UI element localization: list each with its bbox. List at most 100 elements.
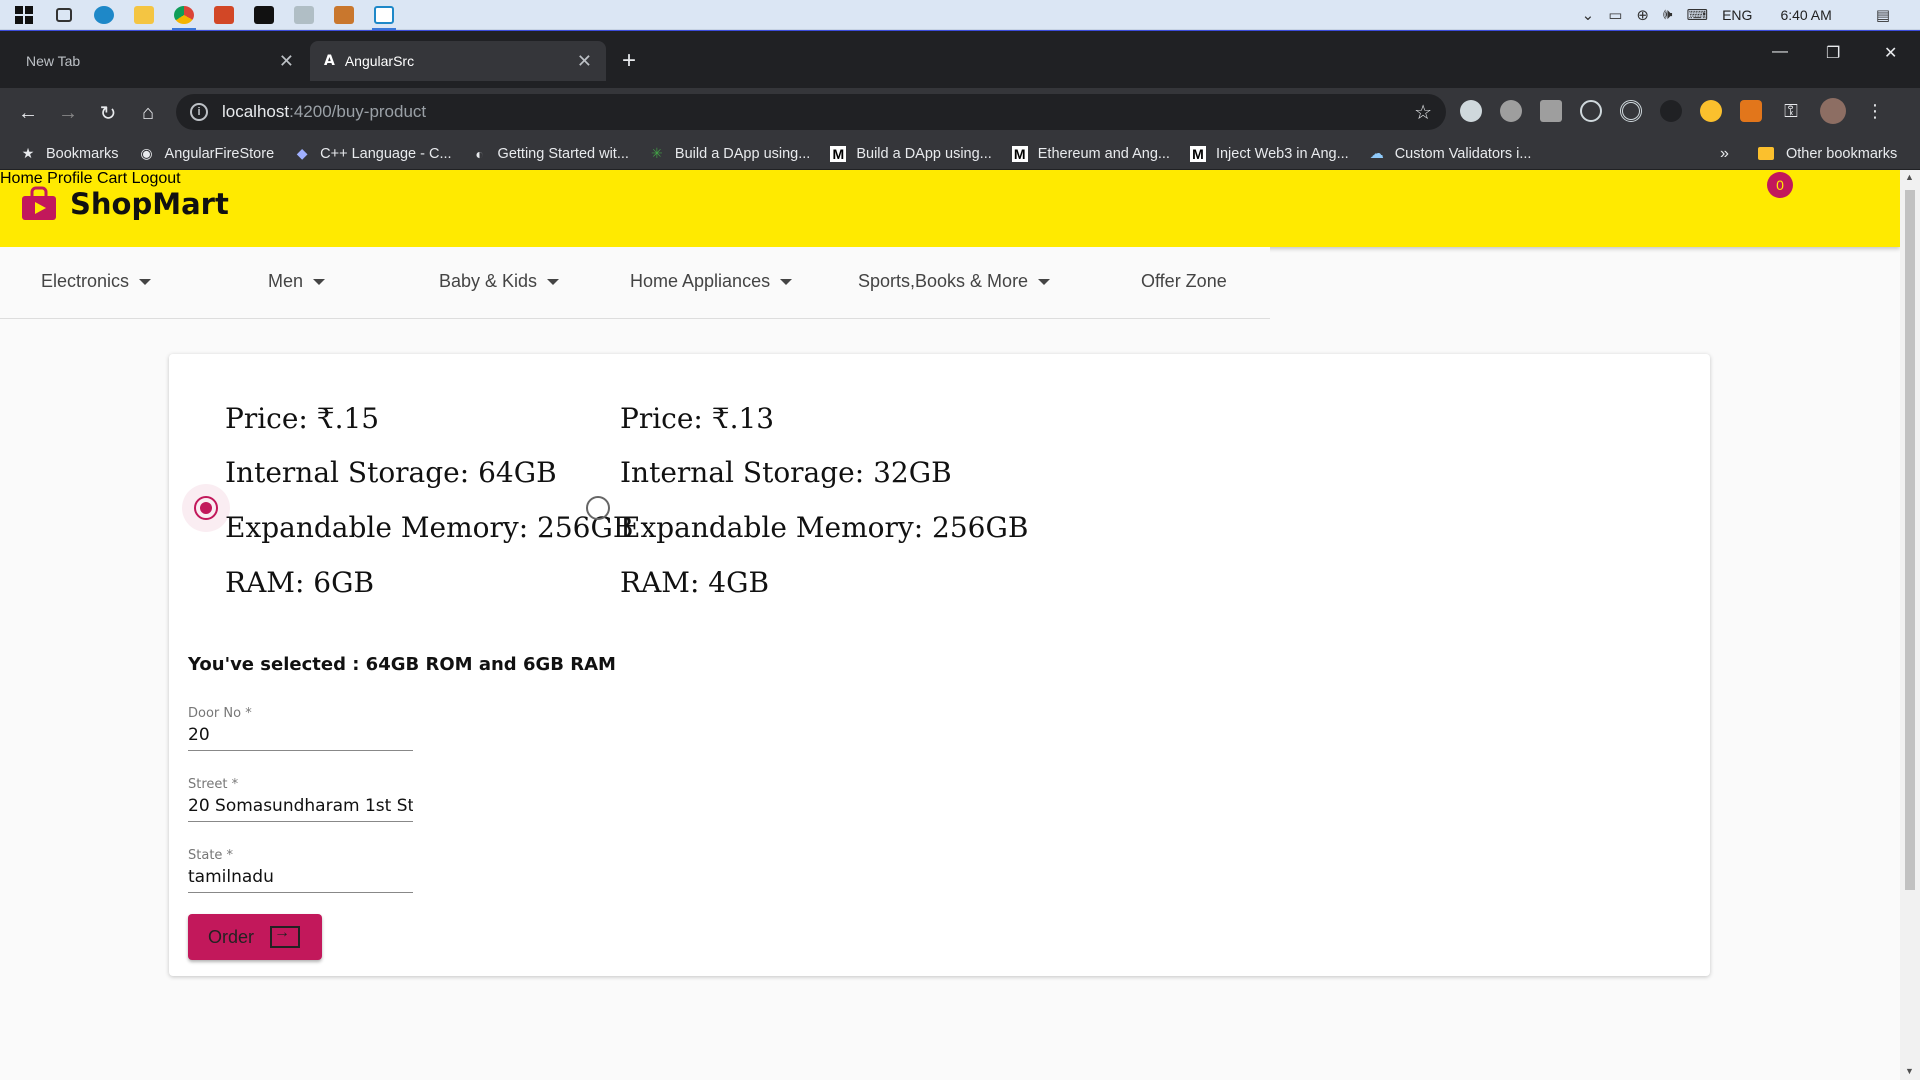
brand-name: ShopMart <box>70 187 229 221</box>
file-explorer-icon[interactable] <box>130 3 158 27</box>
avatar[interactable] <box>1820 98 1846 124</box>
menu-icon[interactable]: ⋮ <box>1864 100 1886 122</box>
notifications-icon[interactable]: ▤ <box>1876 6 1890 24</box>
bookmark-label: Bookmarks <box>46 145 119 162</box>
bookmark-label: Build a DApp using... <box>856 145 992 162</box>
extension-icon[interactable] <box>1700 100 1722 122</box>
bookmark-item[interactable]: ☁ Custom Validators i... <box>1369 145 1532 162</box>
tab-angularsrc[interactable]: A AngularSrc ✕ <box>310 41 606 81</box>
nav-cart[interactable]: Cart <box>97 170 127 187</box>
page-scrollbar[interactable]: ▲ ▼ <box>1900 170 1920 1080</box>
close-tab-icon[interactable]: ✕ <box>577 51 592 72</box>
category-home-appliances[interactable]: Home Appliances <box>630 271 793 292</box>
terminal-icon[interactable] <box>250 3 278 27</box>
extension-icon[interactable] <box>1620 100 1642 122</box>
forward-icon[interactable]: → <box>48 102 88 125</box>
package-icon[interactable] <box>330 3 358 27</box>
option-2-memory[interactable]: Expandable Memory: 256GB <box>620 511 1028 544</box>
browser-toolbar: ← → ↻ ⌂ i localhost:4200/buy-product ☆ ⚿… <box>0 88 1920 138</box>
chrome-icon[interactable] <box>170 3 198 30</box>
nav-profile[interactable]: Profile <box>47 170 92 187</box>
battery-icon[interactable]: ▭ <box>1608 6 1622 24</box>
bookmark-item[interactable]: M Build a DApp using... <box>830 145 992 162</box>
volume-icon[interactable]: 🕪 <box>1663 6 1672 23</box>
keyboard-icon[interactable]: ⌨ <box>1686 6 1708 24</box>
restore-icon[interactable]: ❐ <box>1826 43 1840 63</box>
language-indicator[interactable]: ENG <box>1722 7 1752 23</box>
bookmark-item[interactable]: M Ethereum and Ang... <box>1011 145 1170 162</box>
scrollbar-thumb[interactable] <box>1905 190 1915 890</box>
angular-icon: A <box>324 53 335 69</box>
extension-icon[interactable] <box>1500 100 1522 122</box>
other-bookmarks[interactable]: Other bookmarks <box>1758 146 1897 162</box>
extension-icon[interactable] <box>1660 100 1682 122</box>
extension-icon[interactable] <box>1460 100 1482 122</box>
powerpoint-icon[interactable] <box>210 3 238 27</box>
option-2-storage[interactable]: Internal Storage: 32GB <box>620 456 952 489</box>
state-input[interactable]: tamilnadu <box>188 867 413 893</box>
category-men[interactable]: Men <box>268 271 326 292</box>
scroll-up-arrow-icon[interactable]: ▲ <box>1905 172 1914 182</box>
react-devtools-icon[interactable] <box>1580 100 1602 122</box>
category-label: Baby & Kids <box>439 271 538 291</box>
metamask-icon[interactable] <box>1740 100 1762 122</box>
category-baby-kids[interactable]: Baby & Kids <box>439 271 560 292</box>
new-tab-button[interactable]: + <box>622 47 636 75</box>
clock[interactable]: 6:40 AM <box>1780 7 1831 23</box>
address-bar[interactable]: i localhost:4200/buy-product ☆ <box>176 94 1446 130</box>
bookmark-item[interactable]: ★ Bookmarks <box>20 145 119 162</box>
reload-icon[interactable]: ↻ <box>88 101 128 126</box>
street-input[interactable]: 20 Somasundharam 1st Street <box>188 796 413 822</box>
category-bar: Electronics Men Baby & Kids Home Applian… <box>0 247 1270 319</box>
caret-down-icon <box>547 278 560 285</box>
chevron-up-icon[interactable]: ⌄ <box>1582 6 1595 24</box>
door-no-field[interactable]: Door No * 20 <box>188 706 413 751</box>
bookmark-item[interactable]: M Inject Web3 in Ang... <box>1189 145 1349 162</box>
medium-icon: M <box>1011 145 1028 162</box>
bookmark-item[interactable]: ◆ C++ Language - C... <box>294 145 452 162</box>
nav-home[interactable]: Home <box>0 170 43 187</box>
back-icon[interactable]: ← <box>8 102 48 125</box>
other-bookmarks-label: Other bookmarks <box>1786 145 1898 162</box>
option-2-price[interactable]: Price: ₹.13 <box>620 402 774 435</box>
option-2-ram[interactable]: RAM: 4GB <box>620 566 769 599</box>
remote-desktop-icon[interactable] <box>370 3 398 30</box>
site-info-icon[interactable]: i <box>190 103 208 121</box>
task-view-icon[interactable] <box>50 3 78 27</box>
nav-logout[interactable]: Logout <box>132 170 181 187</box>
home-icon[interactable]: ⌂ <box>128 102 168 125</box>
bookmark-item[interactable]: ◐ Getting Started wit... <box>472 146 629 162</box>
url-host: localhost <box>222 102 290 121</box>
category-offer-zone[interactable]: Offer Zone <box>1141 271 1227 292</box>
brand-logo[interactable]: ShopMart <box>20 186 229 222</box>
scroll-down-arrow-icon[interactable]: ▼ <box>1905 1066 1914 1076</box>
bookmarks-overflow-button[interactable]: » <box>1720 145 1729 163</box>
option-1-price[interactable]: Price: ₹.15 <box>225 402 379 435</box>
windows-taskbar: ⌄ ▭ ⊕ 🕪 ⌨ ENG 6:40 AM ▤ <box>0 0 1920 30</box>
paint-icon[interactable] <box>290 3 318 27</box>
option-1-storage[interactable]: Internal Storage: 64GB <box>225 456 557 489</box>
option-1-radio[interactable] <box>194 496 218 520</box>
category-electronics[interactable]: Electronics <box>41 271 152 292</box>
bookmark-star-icon[interactable]: ☆ <box>1414 100 1432 125</box>
minimize-icon[interactable]: — <box>1772 43 1788 61</box>
state-field[interactable]: State * tamilnadu <box>188 848 413 893</box>
drive-icon[interactable] <box>1540 100 1562 122</box>
door-no-input[interactable]: 20 <box>188 725 413 751</box>
close-window-icon[interactable]: ✕ <box>1884 43 1897 63</box>
key-icon[interactable]: ⚿ <box>1780 100 1802 122</box>
bookmark-item[interactable]: ✳ Build a DApp using... <box>649 145 810 162</box>
edge-icon[interactable] <box>90 3 118 27</box>
network-icon[interactable]: ⊕ <box>1636 6 1649 24</box>
option-2-radio[interactable] <box>586 496 610 520</box>
order-button[interactable]: Order <box>188 914 322 960</box>
tab-new-tab[interactable]: New Tab ✕ <box>12 41 308 81</box>
site-icon: ◐ <box>475 145 484 162</box>
option-1-memory[interactable]: Expandable Memory: 256GB <box>225 511 633 544</box>
close-tab-icon[interactable]: ✕ <box>279 51 294 72</box>
category-sports-books[interactable]: Sports,Books & More <box>858 271 1051 292</box>
option-1-ram[interactable]: RAM: 6GB <box>225 566 374 599</box>
bookmark-item[interactable]: ◉ AngularFireStore <box>139 145 274 162</box>
street-field[interactable]: Street * 20 Somasundharam 1st Street <box>188 777 413 822</box>
windows-start-icon[interactable] <box>10 3 38 27</box>
